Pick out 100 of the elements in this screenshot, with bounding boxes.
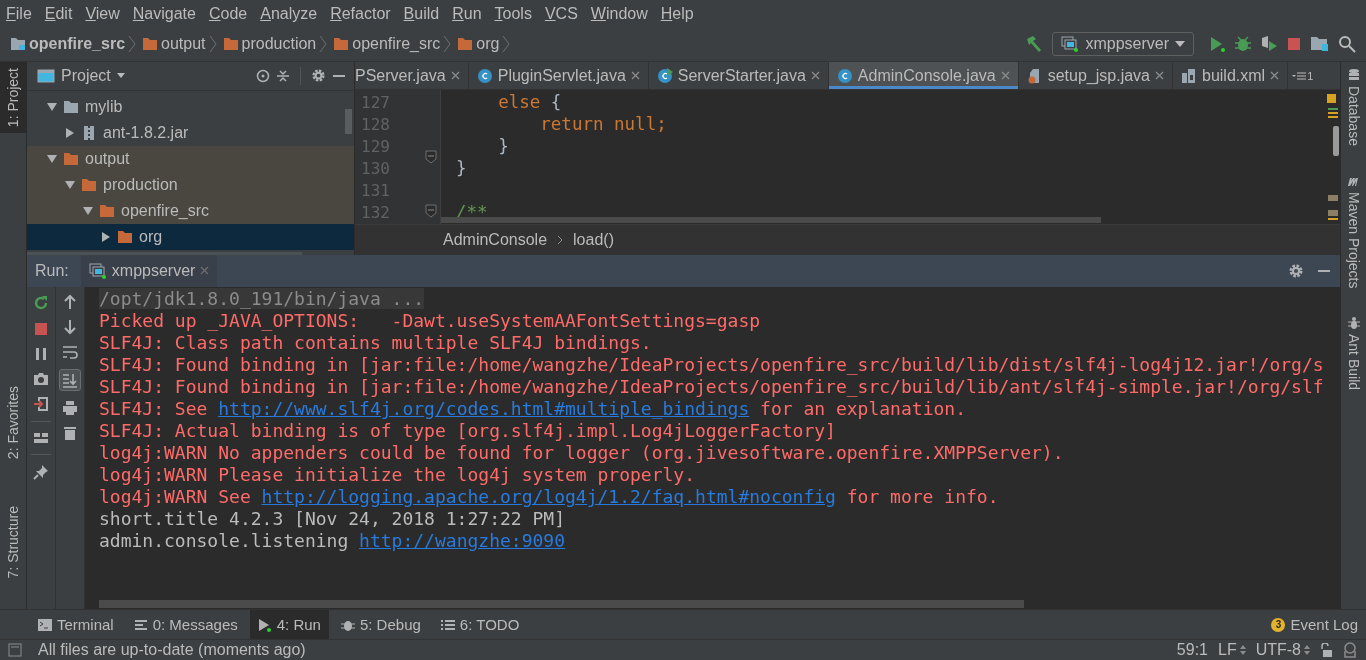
breadcrumb[interactable]: AdminConsole: [443, 231, 548, 250]
coverage-icon[interactable]: [1260, 35, 1278, 54]
tab-list-button[interactable]: 1: [1288, 61, 1318, 90]
line-separator-selector[interactable]: LF: [1218, 641, 1246, 659]
menu-item[interactable]: File: [6, 3, 32, 24]
settings-icon[interactable]: [311, 68, 326, 84]
scrollbar[interactable]: [441, 217, 1101, 224]
event-log-tab[interactable]: 3 Event Log: [1263, 610, 1366, 640]
close-icon[interactable]: [630, 71, 640, 81]
console-link[interactable]: http://www.slf4j.org/codes.html#multiple_bindings: [218, 398, 750, 420]
menu-item[interactable]: Run: [452, 3, 482, 24]
soft-wrap-icon[interactable]: [62, 343, 78, 360]
expanded-arrow-icon[interactable]: [65, 179, 75, 190]
expanded-arrow-icon[interactable]: [47, 101, 57, 112]
menu-item[interactable]: Edit: [44, 3, 73, 24]
pin-icon[interactable]: [33, 463, 49, 480]
fold-marker-icon[interactable]: [425, 150, 437, 165]
encoding-selector[interactable]: UTF-8: [1255, 641, 1310, 659]
run-config-dropdown[interactable]: xmppserver: [1052, 32, 1194, 57]
target-icon[interactable]: [256, 68, 270, 83]
down-arrow-icon[interactable]: [63, 318, 77, 335]
breadcrumb[interactable]: production: [222, 35, 328, 54]
scrollbar[interactable]: [345, 108, 352, 134]
up-arrow-icon[interactable]: [63, 293, 77, 310]
import-icon[interactable]: [33, 395, 49, 412]
tool-window-tab[interactable]: 0: Messages: [125, 610, 246, 640]
breadcrumb[interactable]: output: [142, 35, 217, 54]
pause-icon[interactable]: [33, 345, 49, 362]
collapsed-arrow-icon[interactable]: [65, 127, 75, 138]
close-icon[interactable]: [450, 71, 460, 81]
close-icon[interactable]: [810, 71, 820, 81]
console-link[interactable]: http://logging.apache.org/log4j/1.2/faq.html#noconfig: [261, 486, 836, 508]
tree-item[interactable]: org: [27, 223, 354, 250]
project-structure-icon[interactable]: [1310, 35, 1330, 54]
stop-icon[interactable]: [33, 320, 49, 337]
side-tab[interactable]: Maven Projects: [1345, 173, 1362, 289]
menu-item[interactable]: VCS: [544, 3, 578, 24]
collapse-icon[interactable]: [276, 68, 290, 83]
toggle-panels-icon[interactable]: [8, 643, 22, 657]
breadcrumb[interactable]: openfire_src: [333, 35, 452, 54]
side-tab[interactable]: Ant Build: [1345, 316, 1362, 391]
menu-item[interactable]: Build: [403, 3, 440, 24]
menu-item[interactable]: Refactor: [330, 3, 391, 24]
side-tab[interactable]: 2: Favorites: [0, 379, 26, 466]
caret-position[interactable]: 59:1: [1176, 641, 1208, 659]
scrollbar[interactable]: [99, 600, 1024, 609]
camera-icon[interactable]: [33, 370, 49, 387]
inspector-icon[interactable]: [1342, 642, 1358, 658]
code-line: return null;: [539, 114, 667, 135]
editor-tab[interactable]: PServer.java: [355, 61, 469, 90]
collapsed-arrow-icon[interactable]: [101, 231, 111, 242]
rerun-icon[interactable]: [32, 293, 50, 312]
menu-item[interactable]: Window: [590, 3, 648, 24]
side-tab[interactable]: 1: Project: [0, 61, 26, 134]
editor-tab[interactable]: build.xml: [1173, 61, 1289, 90]
menu-item[interactable]: Code: [208, 3, 248, 24]
menu-item[interactable]: Navigate: [132, 3, 196, 24]
layout-icon[interactable]: [33, 430, 49, 445]
tool-window-tab[interactable]: Terminal: [30, 610, 122, 640]
expanded-arrow-icon[interactable]: [83, 205, 93, 216]
tool-window-tab[interactable]: 5: Debug: [332, 610, 429, 640]
side-tab[interactable]: Database: [1345, 67, 1362, 146]
console-line: SLF4J: Found binding in [jar:file:/home/wangzhe/IdeaProjects/openfire_src/build/lib/ant/slf4j-simple.jar!/org/slf: [99, 376, 1324, 398]
menu-item[interactable]: Analyze: [260, 3, 318, 24]
scrollbar[interactable]: [27, 251, 302, 255]
menu-item[interactable]: View: [85, 3, 120, 24]
tree-item[interactable]: openfire_src: [27, 197, 354, 224]
side-tab[interactable]: 7: Structure: [0, 499, 26, 585]
tool-window-tab[interactable]: 6: TODO: [432, 610, 528, 640]
breadcrumb[interactable]: openfire_src: [10, 35, 137, 54]
tree-item[interactable]: ant-1.8.2.jar: [27, 119, 354, 146]
bug-icon[interactable]: [1234, 35, 1252, 54]
fold-marker-icon[interactable]: [425, 204, 437, 219]
expanded-arrow-icon[interactable]: [47, 153, 57, 164]
panel-title[interactable]: Project: [61, 66, 111, 85]
stop-icon[interactable]: [1286, 36, 1302, 53]
lock-icon[interactable]: [1320, 643, 1332, 657]
close-icon[interactable]: [1155, 71, 1164, 81]
run-tab[interactable]: xmppserver: [80, 254, 218, 287]
scroll-to-end-toggle[interactable]: [59, 368, 81, 391]
tree-item[interactable]: output: [27, 145, 354, 172]
close-icon[interactable]: [1270, 71, 1280, 81]
settings-icon[interactable]: [1288, 262, 1304, 279]
run-icon[interactable]: [1208, 35, 1226, 54]
editor-tab[interactable]: AdminConsole.java: [828, 61, 1019, 90]
menu-item[interactable]: Help: [660, 3, 694, 24]
tree-item[interactable]: mylib: [27, 93, 354, 120]
editor-tab[interactable]: ServerStarter.java: [648, 61, 829, 90]
console-link[interactable]: http://wangzhe:9090: [359, 530, 565, 552]
breadcrumb[interactable]: load(): [573, 231, 614, 250]
trash-icon[interactable]: [63, 424, 77, 441]
editor-tab[interactable]: PluginServlet.java: [468, 61, 649, 90]
tree-item[interactable]: production: [27, 171, 354, 198]
tool-window-tab[interactable]: 4: Run: [249, 610, 329, 640]
editor-tab[interactable]: setup_jsp.java: [1018, 61, 1173, 90]
close-icon[interactable]: [1000, 71, 1010, 81]
menu-item[interactable]: Tools: [494, 3, 532, 24]
breadcrumb[interactable]: org: [457, 35, 511, 54]
search-icon[interactable]: [1338, 35, 1356, 54]
print-icon[interactable]: [62, 399, 78, 416]
